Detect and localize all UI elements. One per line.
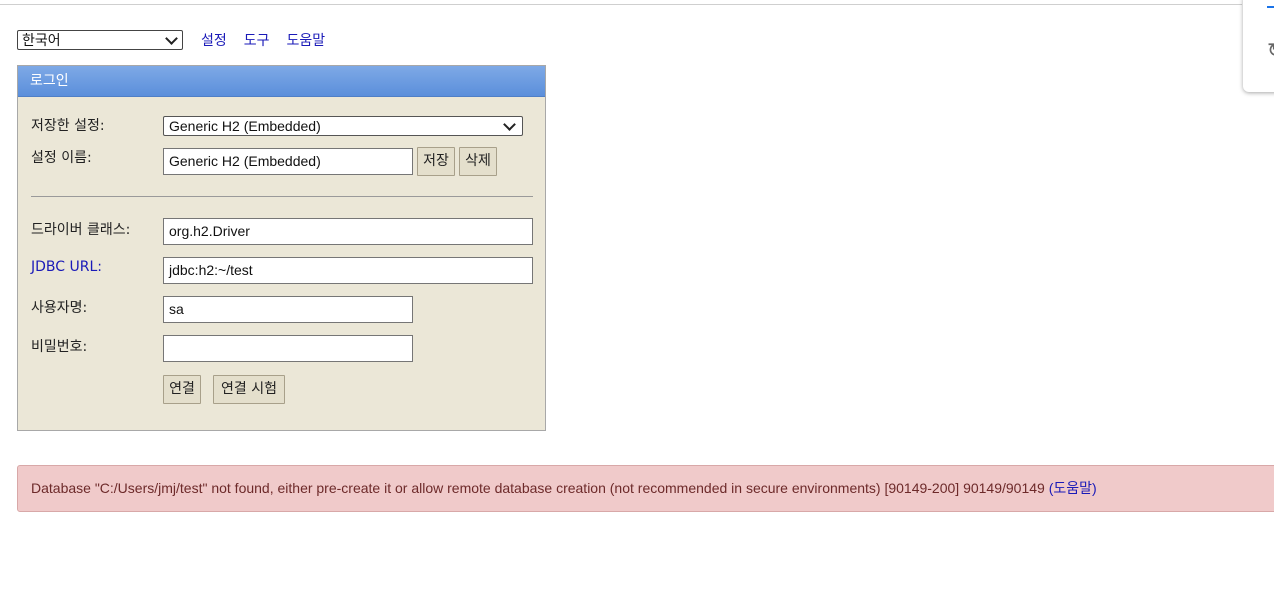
top-divider xyxy=(0,4,1242,5)
error-help-link[interactable]: (도움말) xyxy=(1049,480,1097,496)
jdbc-url-label[interactable]: JDBC URL: xyxy=(31,259,102,275)
accent-bar xyxy=(1267,6,1274,8)
connect-button[interactable]: 연결 xyxy=(163,375,201,404)
language-select-value: 한국어 xyxy=(22,33,61,49)
delete-button[interactable]: 삭제 xyxy=(459,147,497,176)
language-select[interactable]: 한국어 xyxy=(17,30,183,50)
setting-name-input[interactable]: Generic H2 (Embedded) xyxy=(163,148,413,175)
driver-class-input[interactable]: org.h2.Driver xyxy=(163,218,533,245)
chevron-down-icon xyxy=(165,31,178,45)
form-divider xyxy=(31,196,533,197)
username-input[interactable]: sa xyxy=(163,296,413,323)
top-toolbar: 한국어 설정 도구 도움말 xyxy=(17,29,325,51)
login-panel: 로그인 저장한 설정: Generic H2 (Embedded) 설정 이름:… xyxy=(17,65,546,431)
save-button[interactable]: 저장 xyxy=(417,147,455,176)
tools-link[interactable]: 도구 xyxy=(244,30,270,50)
driver-class-label: 드라이버 클래스: xyxy=(31,222,131,238)
test-connection-button[interactable]: 연결 시험 xyxy=(213,375,285,404)
password-input[interactable] xyxy=(163,335,413,362)
refresh-icon: ↻ xyxy=(1267,38,1274,62)
jdbc-url-input[interactable]: jdbc:h2:~/test xyxy=(163,257,533,284)
help-link[interactable]: 도움말 xyxy=(287,30,326,50)
chevron-down-icon xyxy=(503,117,516,131)
saved-settings-value: Generic H2 (Embedded) xyxy=(169,118,321,134)
password-label: 비밀번호: xyxy=(31,339,88,355)
browser-popup-fragment: ↻ xyxy=(1243,0,1274,92)
saved-settings-select[interactable]: Generic H2 (Embedded) xyxy=(163,116,523,136)
login-panel-header: 로그인 xyxy=(18,66,545,97)
username-label: 사용자명: xyxy=(31,300,88,316)
saved-settings-label: 저장한 설정: xyxy=(31,118,105,134)
error-message-text: Database "C:/Users/jmj/test" not found, … xyxy=(31,480,1045,496)
error-message-box: Database "C:/Users/jmj/test" not found, … xyxy=(17,465,1274,512)
settings-link[interactable]: 설정 xyxy=(201,30,227,50)
setting-name-label: 설정 이름: xyxy=(31,150,92,166)
